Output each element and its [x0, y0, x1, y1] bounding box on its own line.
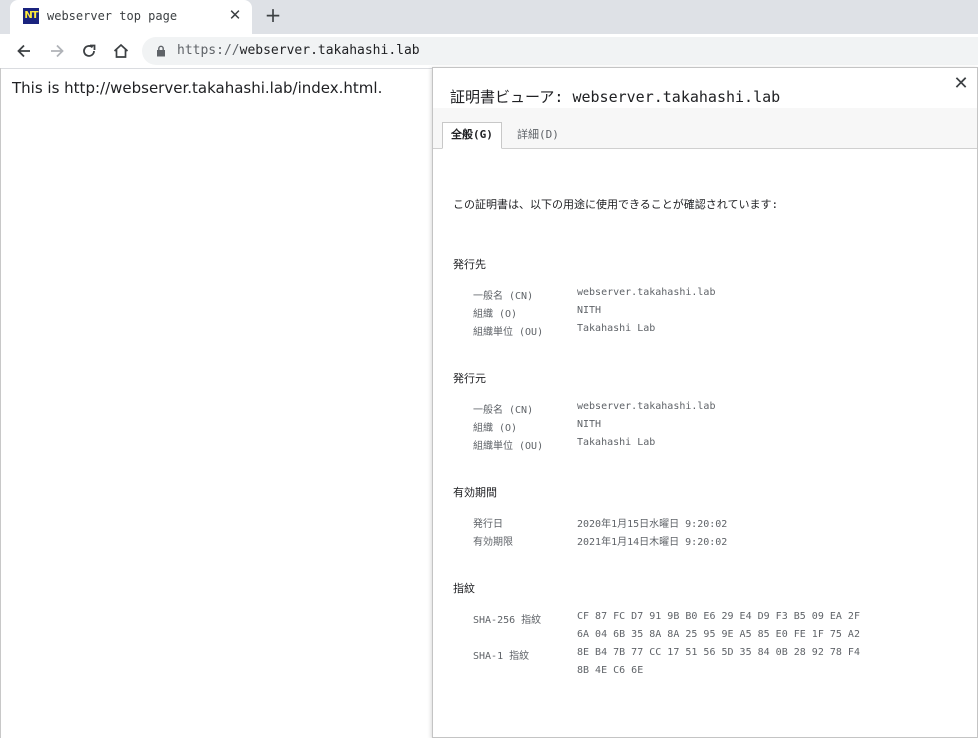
sha256-value-line1: CF 87 FC D7 91 9B B0 E6 29 E4 D9 F3 B5 0…: [577, 611, 860, 622]
sha256-value-line2: 6A 04 6B 35 8A 8A 25 95 9E A5 85 E0 FE 1…: [577, 629, 860, 640]
reload-icon: [83, 44, 96, 57]
home-button[interactable]: [109, 39, 133, 63]
tab-general[interactable]: 全般(G): [442, 122, 502, 149]
field-value: Takahashi Lab: [577, 437, 656, 448]
field-value: NITH: [577, 419, 602, 430]
tab-close-icon[interactable]: ✕: [226, 6, 244, 24]
browser-toolbar: https://webserver.takahashi.lab: [0, 34, 978, 69]
new-tab-button[interactable]: +: [262, 4, 284, 26]
tab-strip: NT webserver top page ✕ +: [0, 0, 978, 34]
dialog-close-icon[interactable]: ✕: [951, 74, 971, 94]
certificate-viewer-dialog: 証明書ビューア: webserver.takahashi.lab ✕ 全般(G)…: [432, 67, 978, 738]
back-arrow-icon: [17, 44, 30, 58]
validity-heading: 有効期間: [453, 486, 497, 499]
field-label: SHA-256 指紋: [473, 615, 542, 626]
sha1-value-line1: 8E B4 7B 77 CC 17 51 56 5D 35 84 0B 28 9…: [577, 647, 860, 658]
site-favicon-icon: NT: [23, 8, 39, 24]
issued-to-heading: 発行先: [453, 258, 486, 271]
sha1-value-line2: 8B 4E C6 6E: [577, 665, 644, 676]
url-scheme: https://: [177, 43, 240, 58]
reload-button[interactable]: [77, 39, 101, 63]
lock-icon[interactable]: [156, 45, 166, 57]
address-bar[interactable]: https://webserver.takahashi.lab: [142, 37, 978, 65]
forward-button[interactable]: [45, 39, 69, 63]
dialog-tab-bar: 全般(G) 詳細(D): [433, 108, 977, 149]
field-value: Takahashi Lab: [577, 323, 656, 334]
field-label: 組織単位 (OU): [473, 327, 544, 338]
field-label: 発行日: [473, 519, 503, 530]
fingerprints-heading: 指紋: [453, 582, 475, 595]
tab-details[interactable]: 詳細(D): [509, 123, 567, 147]
field-value: 2020年1月15日水曜日 9:20:02: [577, 519, 728, 530]
field-label: 組織 (O): [473, 423, 518, 434]
page-left-border: [0, 68, 1, 738]
field-label: 一般名 (CN): [473, 291, 534, 302]
home-icon: [113, 43, 129, 58]
field-value: webserver.takahashi.lab: [577, 401, 716, 412]
browser-tab[interactable]: NT webserver top page ✕: [10, 0, 252, 34]
url-text: https://webserver.takahashi.lab: [177, 43, 420, 58]
field-label: SHA-1 指紋: [473, 651, 530, 662]
field-label: 有効期限: [473, 537, 513, 548]
dialog-header: 証明書ビューア: webserver.takahashi.lab ✕: [433, 68, 977, 108]
usage-intro-text: この証明書は、以下の用途に使用できることが確認されています:: [453, 198, 779, 211]
dialog-title: 証明書ビューア: webserver.takahashi.lab: [450, 88, 781, 106]
forward-arrow-icon: [51, 44, 64, 58]
field-value: webserver.takahashi.lab: [577, 287, 716, 298]
tab-title: webserver top page: [47, 9, 178, 23]
issued-by-heading: 発行元: [453, 372, 486, 385]
field-label: 一般名 (CN): [473, 405, 534, 416]
field-value: 2021年1月14日木曜日 9:20:02: [577, 537, 728, 548]
page-body-text: This is http://webserver.takahashi.lab/i…: [12, 79, 383, 97]
field-value: NITH: [577, 305, 602, 316]
url-host: webserver.takahashi.lab: [239, 43, 420, 58]
field-label: 組織 (O): [473, 309, 518, 320]
field-label: 組織単位 (OU): [473, 441, 544, 452]
back-button[interactable]: [12, 39, 36, 63]
